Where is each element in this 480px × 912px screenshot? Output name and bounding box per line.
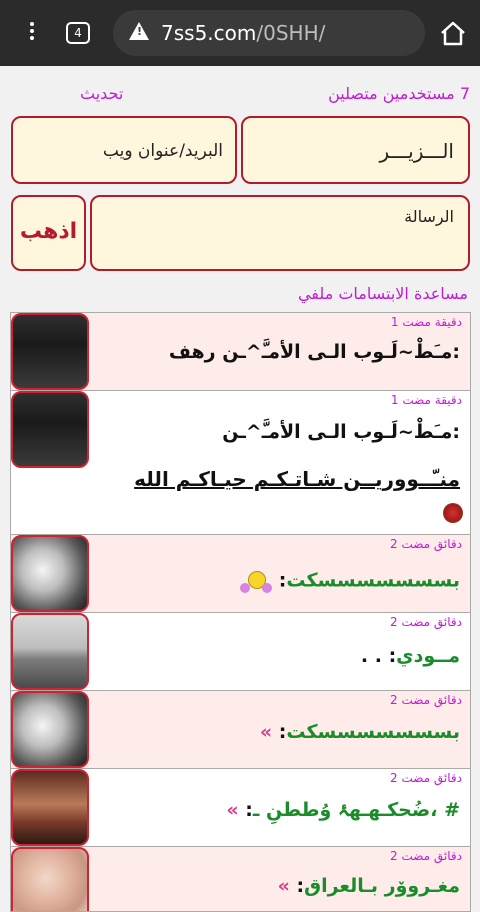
message-text: مــودي: . . — [360, 645, 460, 667]
url-text: 7ss5.com/0SHH/ — [161, 21, 326, 45]
message-text: مغـروۆر بـالعراق: » — [277, 875, 460, 897]
message-row: دقيقة مضت 1 :مـَطْ~لَـوب الـى الأمـَّ^ـن… — [11, 313, 470, 391]
message-row: دقائق مضت 2 مغـروۆر بـالعراق: » — [11, 847, 470, 911]
message-text: # ،ضُحكـهـهۂ وُططنِ ـ: » — [226, 799, 460, 821]
chat-page: 7 مستخدمين متصلين تحديث الـــزيـــر البر… — [0, 66, 480, 912]
name-input[interactable]: الـــزيـــر — [241, 116, 470, 184]
home-icon[interactable] — [439, 20, 467, 46]
avatar[interactable] — [11, 313, 89, 390]
smileys-help-link[interactable]: مساعدة الابتسامات ملفي — [298, 284, 468, 303]
avatar[interactable] — [11, 535, 89, 612]
message-input[interactable]: الرسالة — [90, 195, 470, 271]
avatar[interactable] — [11, 691, 89, 768]
message-text: بسسسسسسسكت: » — [259, 721, 460, 743]
message-time: دقيقة مضت 1 — [390, 393, 462, 407]
more-menu-icon[interactable] — [26, 20, 38, 46]
message-time: دقائق مضت 2 — [390, 849, 462, 863]
message-time: دقائق مضت 2 — [390, 693, 462, 707]
message-time: دقيقة مضت 1 — [390, 315, 462, 329]
message-time: دقائق مضت 2 — [390, 771, 462, 785]
message-text: بسسسسسسسكت: — [240, 567, 460, 595]
message-row: دقائق مضت 2 بسسسسسسسكت: » — [11, 691, 470, 769]
flower-icon — [443, 503, 463, 523]
address-bar[interactable]: 7ss5.com/0SHH/ — [113, 10, 425, 56]
online-users-count[interactable]: 7 مستخدمين متصلين — [328, 84, 470, 103]
message-time: دقائق مضت 2 — [390, 615, 462, 629]
email-url-input[interactable]: البريد/عنوان ويب — [11, 116, 237, 184]
message-row: دقائق مضت 2 بسسسسسسسكت: — [11, 535, 470, 613]
message-text: :مـَطْ~لَـوب الـى الأمـَّ^ـن رهف — [168, 341, 460, 363]
message-row: دقائق مضت 2 مــودي: . . — [11, 613, 470, 691]
message-row: دقائق مضت 2 # ،ضُحكـهـهۂ وُططنِ ـ: » — [11, 769, 470, 847]
browser-toolbar: 4 7ss5.com/0SHH/ — [0, 0, 480, 66]
message-row: دقيقة مضت 1 :مـَطْ~لَـوب الـى الأمـَّ^ـن… — [11, 391, 470, 535]
message-time: دقائق مضت 2 — [390, 537, 462, 551]
tab-switcher-button[interactable]: 4 — [66, 22, 90, 44]
avatar[interactable] — [11, 391, 89, 468]
avatar[interactable] — [11, 613, 89, 690]
message-text: :مـَطْ~لَـوب الـى الأمـَّ^ـن — [222, 421, 460, 443]
avatar[interactable] — [11, 847, 89, 911]
refresh-link[interactable]: تحديث — [80, 84, 123, 103]
warning-icon[interactable] — [129, 22, 149, 40]
smiley-icon — [240, 567, 273, 595]
avatar[interactable] — [11, 769, 89, 846]
message-text-line2: منـّــووريــن شـاتـكـم حيـاكـم الله — [134, 467, 460, 491]
go-button[interactable]: اذهب — [11, 195, 86, 271]
message-list[interactable]: دقيقة مضت 1 :مـَطْ~لَـوب الـى الأمـَّ^ـن… — [10, 312, 471, 912]
